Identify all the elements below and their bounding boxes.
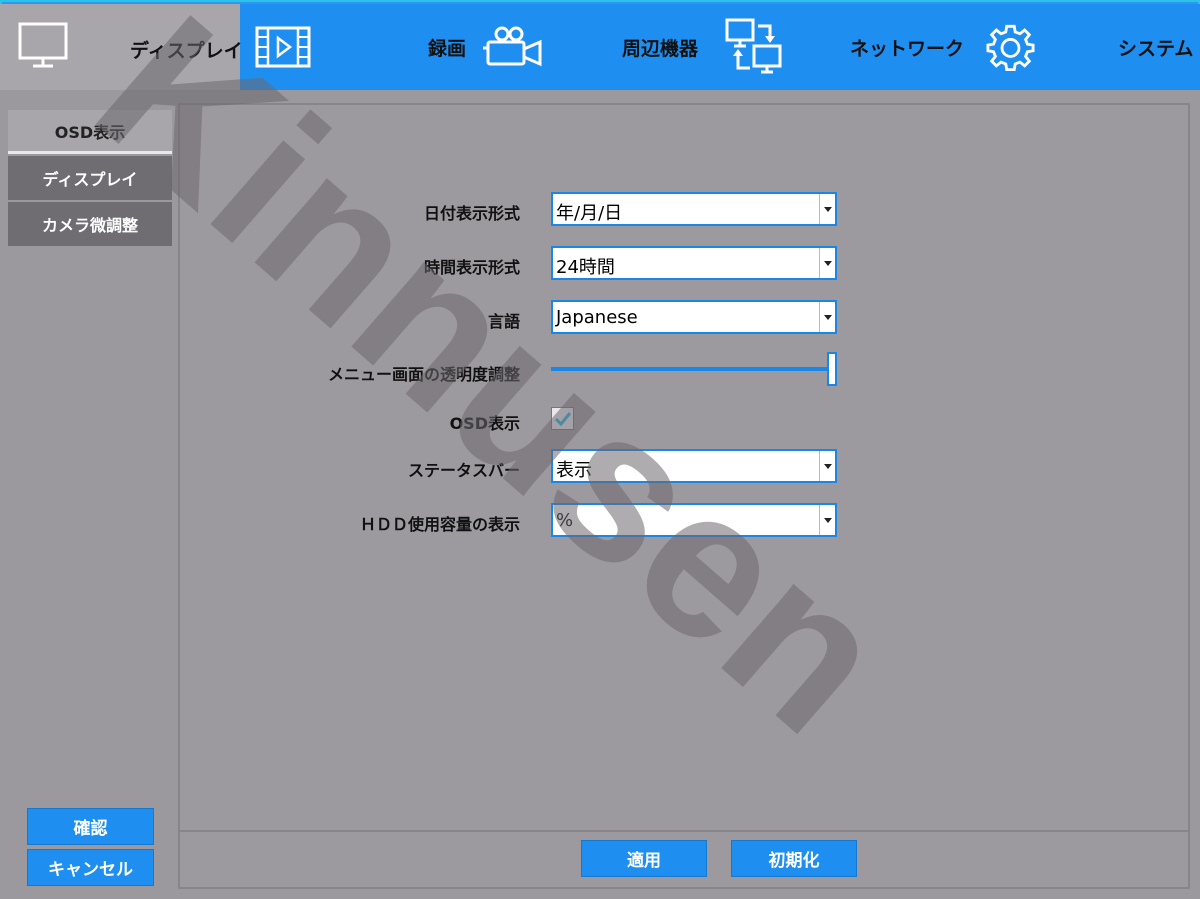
confirm-button-label: 確認 xyxy=(73,819,108,839)
footer-divider xyxy=(178,830,1190,832)
sidebar-item-label: カメラ微調整 xyxy=(41,216,138,235)
tab-playback[interactable] xyxy=(250,4,320,90)
tab-recording[interactable]: 録画 xyxy=(428,4,558,90)
chevron-down-icon[interactable] xyxy=(819,505,835,535)
hdd-usage-select[interactable]: % xyxy=(551,503,837,537)
osd-label: OSD表示 xyxy=(449,414,520,433)
tab-peripherals-label: 周辺機器 xyxy=(622,37,699,60)
tab-display-label: ディスプレイ xyxy=(130,40,243,62)
language-value: Japanese xyxy=(556,307,638,328)
chevron-down-icon[interactable] xyxy=(819,248,835,278)
tab-peripherals[interactable]: 周辺機器 xyxy=(622,4,802,90)
sidebar-item-display[interactable]: ディスプレイ xyxy=(8,156,172,200)
sidebar-item-label: ディスプレイ xyxy=(42,170,138,189)
transparency-slider-track[interactable] xyxy=(551,367,831,371)
language-label: 言語 xyxy=(487,312,520,331)
chevron-down-icon[interactable] xyxy=(819,194,835,224)
tab-network[interactable]: ネットワーク xyxy=(850,4,1035,90)
hdd-usage-label: ＨＤＤ使用容量の表示 xyxy=(359,515,520,534)
monitor-icon xyxy=(18,22,68,68)
chevron-down-icon[interactable] xyxy=(819,302,835,332)
time-format-label: 時間表示形式 xyxy=(423,258,520,277)
sidebar-item-label: OSD表示 xyxy=(54,122,126,142)
hdd-usage-value: % xyxy=(556,510,574,531)
tab-network-label: ネットワーク xyxy=(850,37,965,60)
apply-button-label: 適用 xyxy=(627,851,661,871)
cancel-button-label: キャンセル xyxy=(48,860,133,880)
video-camera-icon xyxy=(483,26,542,67)
time-format-select[interactable]: 24時間 xyxy=(551,246,837,280)
devices-icon xyxy=(725,18,782,74)
date-format-label: 日付表示形式 xyxy=(423,204,520,223)
reset-button[interactable]: 初期化 xyxy=(731,840,857,877)
gear-icon xyxy=(986,24,1035,72)
tab-recording-label: 録画 xyxy=(428,37,467,60)
date-format-value: 年/月/日 xyxy=(556,203,623,224)
tab-display[interactable]: ディスプレイ xyxy=(0,4,243,90)
apply-button[interactable]: 適用 xyxy=(581,840,707,877)
time-format-value: 24時間 xyxy=(556,257,615,278)
date-format-select[interactable]: 年/月/日 xyxy=(551,192,837,226)
transparency-slider-thumb[interactable] xyxy=(827,352,837,386)
statusbar-value: 表示 xyxy=(556,460,592,481)
sidebar-item-camera-adjust[interactable]: カメラ微調整 xyxy=(8,202,172,246)
transparency-label: メニュー画面の透明度調整 xyxy=(327,365,520,384)
chevron-down-icon[interactable] xyxy=(819,451,835,481)
sidebar-item-osd[interactable]: OSD表示 xyxy=(8,110,172,154)
video-playback-icon xyxy=(255,26,311,68)
confirm-button[interactable]: 確認 xyxy=(27,808,154,845)
osd-checkbox[interactable] xyxy=(551,407,574,430)
reset-button-label: 初期化 xyxy=(768,851,820,871)
checkmark-icon xyxy=(554,412,572,427)
tab-system-label: システム xyxy=(1118,37,1194,60)
tab-system[interactable]: システム xyxy=(1118,4,1200,90)
statusbar-label: ステータスバー xyxy=(407,461,520,480)
language-select[interactable]: Japanese xyxy=(551,300,837,334)
cancel-button[interactable]: キャンセル xyxy=(27,849,154,886)
statusbar-select[interactable]: 表示 xyxy=(551,449,837,483)
